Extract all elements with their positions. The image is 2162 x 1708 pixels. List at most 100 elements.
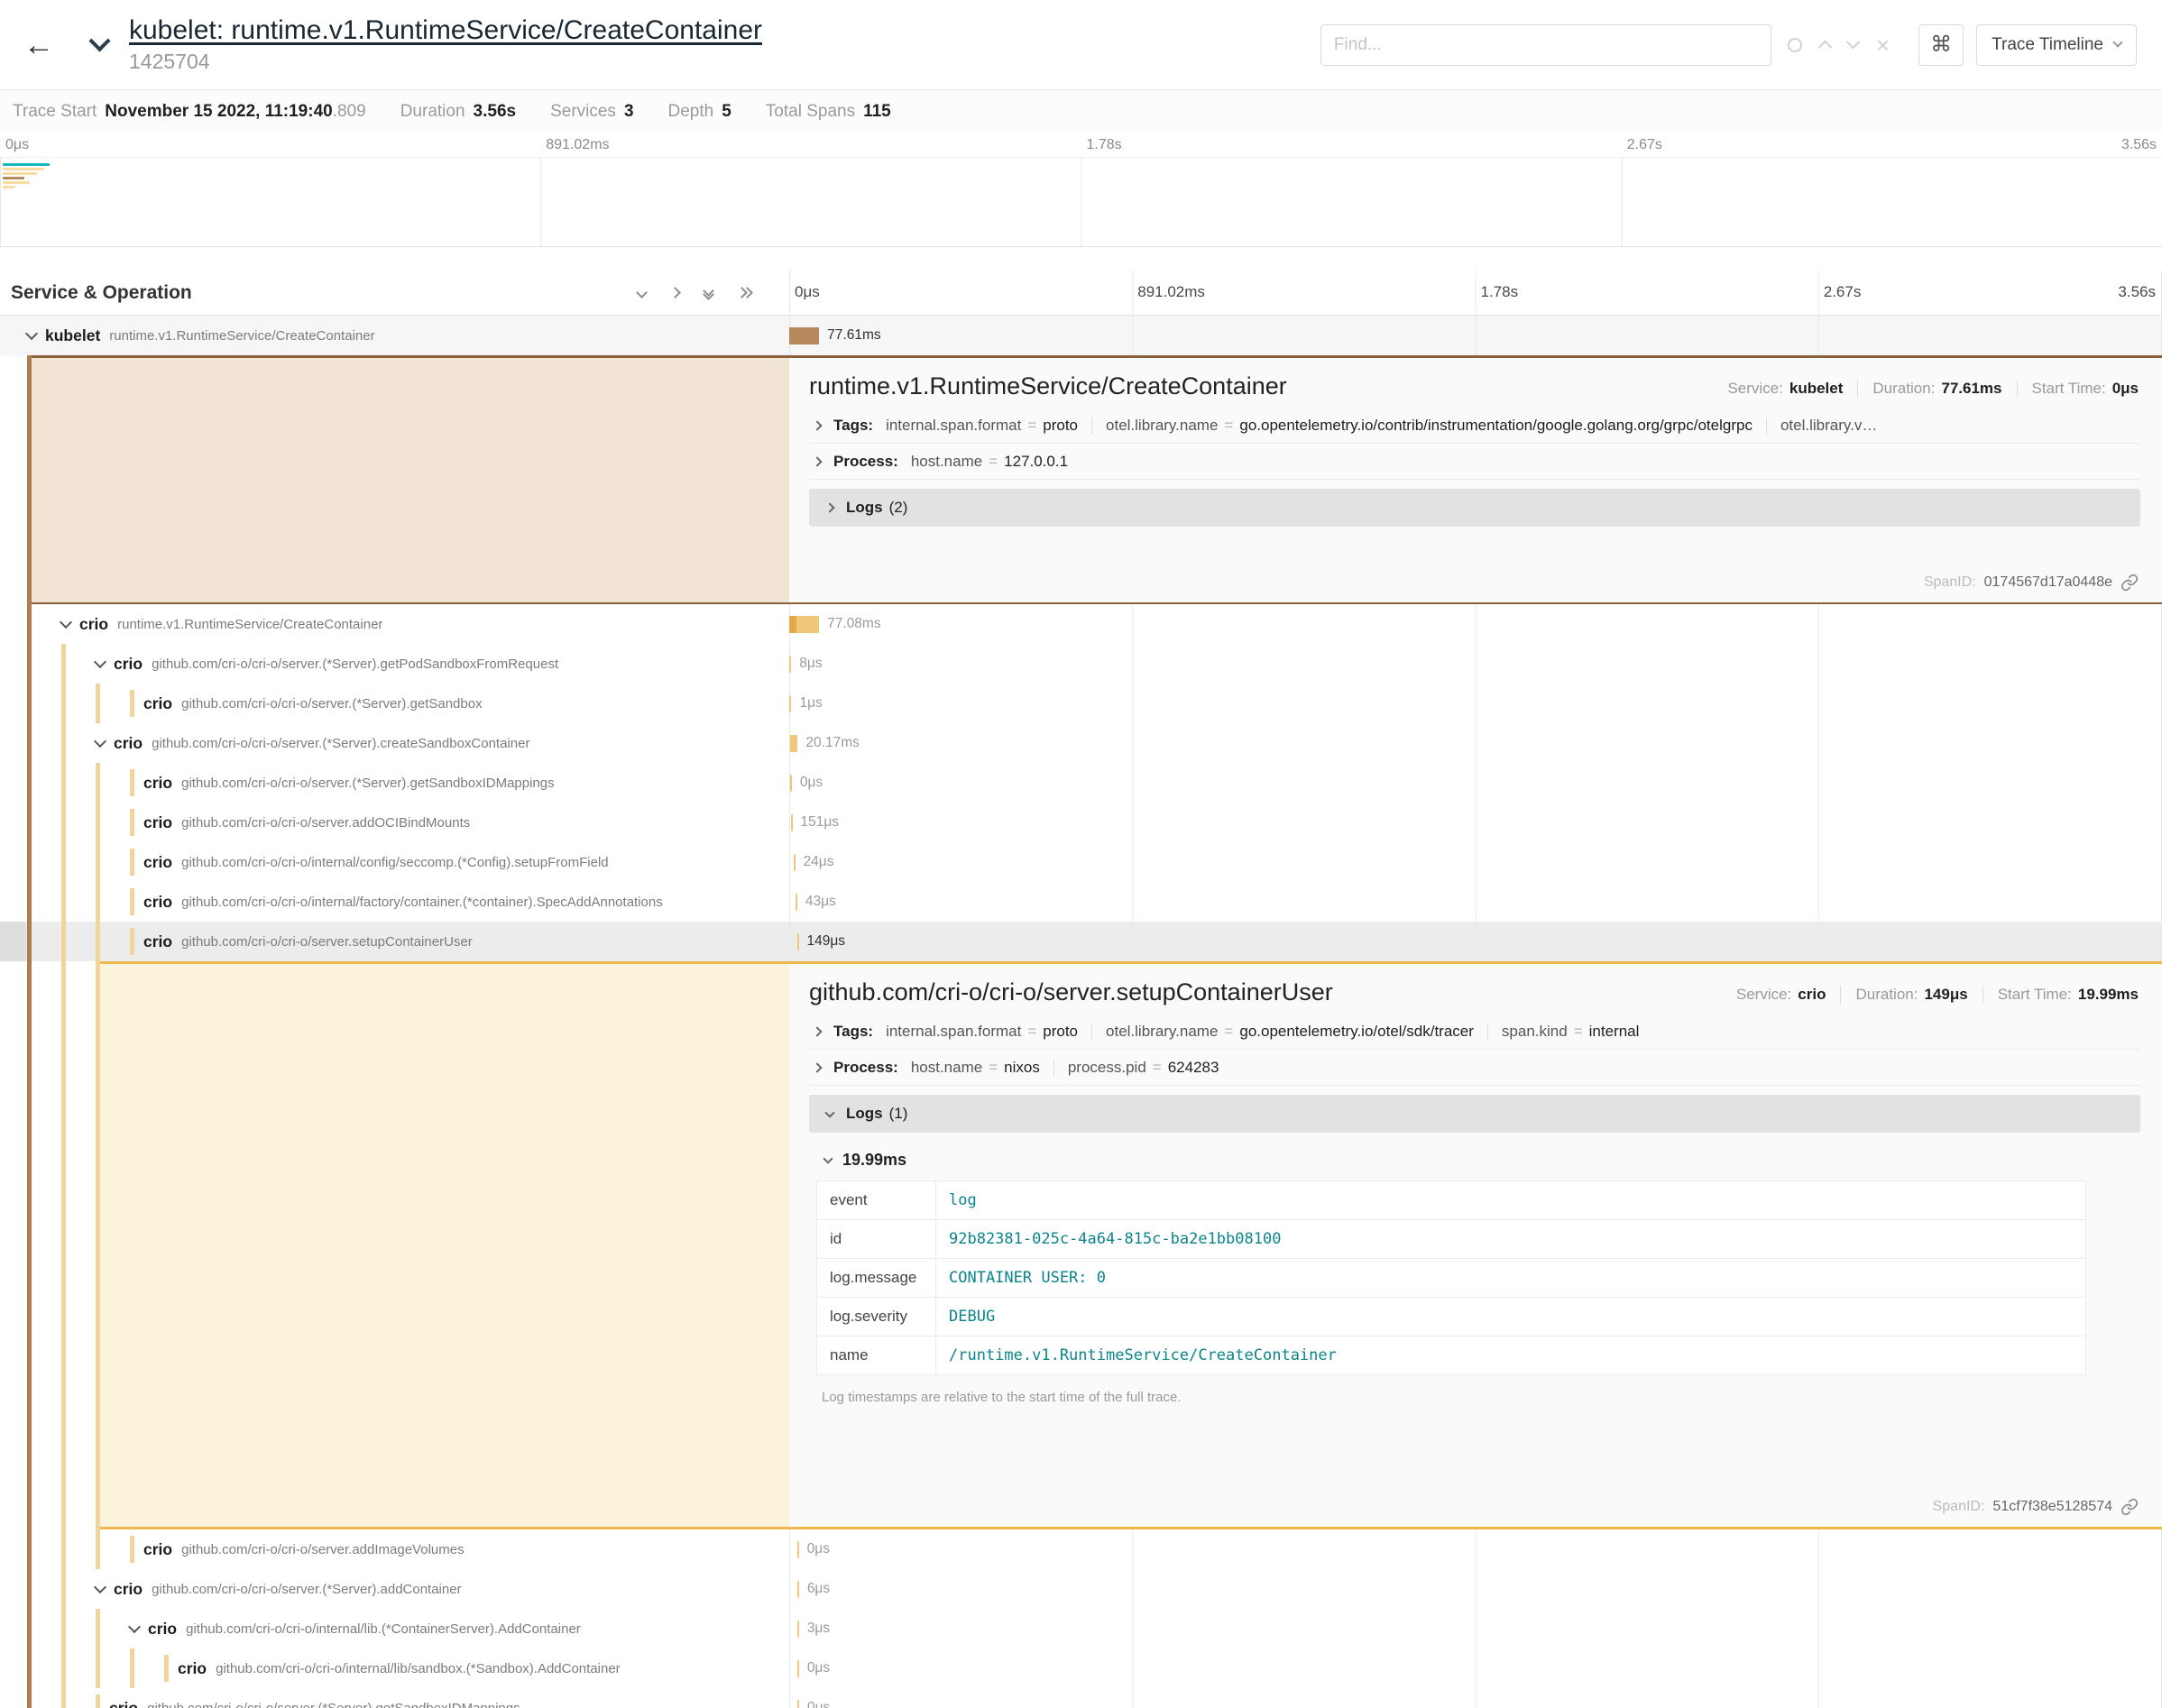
span-row-kubelet[interactable]: kubeletruntime.v1.RuntimeService/CreateC… (0, 316, 2162, 355)
span-bar[interactable] (789, 656, 791, 673)
span-row-crio[interactable]: criogithub.com/cri-o/cri-o/server.addOCI… (0, 803, 2162, 842)
logs-accordion[interactable]: Logs (2) (809, 489, 2140, 527)
next-match-icon[interactable] (1846, 35, 1861, 50)
chevron-down-icon[interactable] (128, 1621, 141, 1633)
span-id-label: SpanID: (1933, 1499, 1985, 1515)
chevron-down-icon[interactable] (25, 327, 38, 340)
span-row-crio[interactable]: criogithub.com/cri-o/cri-o/server.(*Serv… (0, 1569, 2162, 1609)
leaf-marker (96, 1694, 100, 1708)
back-icon[interactable]: ← (23, 30, 54, 60)
log-field-key: name (817, 1336, 936, 1375)
find-input[interactable] (1320, 24, 1771, 66)
tags-accordion[interactable]: Tags: internal.span.format=protootel.lib… (809, 408, 2140, 444)
service-label: Service: (1727, 380, 1782, 397)
span-bar[interactable] (797, 1541, 799, 1558)
span-name-cell[interactable]: crioruntime.v1.RuntimeService/CreateCont… (0, 604, 789, 644)
chevron-down-icon[interactable] (94, 1581, 106, 1593)
span-detail-meta: Service:kubelet Duration:77.61ms Start T… (1713, 380, 2140, 398)
span-name-cell[interactable]: criogithub.com/cri-o/cri-o/internal/lib.… (0, 1609, 789, 1648)
chevron-down-icon (823, 1153, 833, 1163)
span-name-cell[interactable]: criogithub.com/cri-o/cri-o/server.(*Serv… (0, 644, 789, 684)
span-name-cell[interactable]: criogithub.com/cri-o/cri-o/internal/conf… (0, 842, 789, 882)
span-name-cell[interactable]: criogithub.com/cri-o/cri-o/server.(*Serv… (0, 723, 789, 763)
span-name-cell[interactable]: criogithub.com/cri-o/cri-o/server.(*Serv… (0, 684, 789, 723)
logs-accordion[interactable]: Logs (1) (809, 1095, 2140, 1133)
span-duration: 0μs (807, 1700, 830, 1708)
span-name-cell[interactable]: criogithub.com/cri-o/cri-o/server.setupC… (0, 922, 789, 961)
span-bar[interactable] (797, 1621, 799, 1638)
chevron-right-icon (824, 502, 834, 512)
key: otel.library.name (1106, 417, 1218, 434)
expand-all-icon[interactable] (738, 289, 751, 297)
span-bar[interactable] (790, 775, 792, 792)
span-row-crio[interactable]: criogithub.com/cri-o/cri-o/server.setupC… (0, 922, 2162, 961)
link-icon[interactable] (2121, 574, 2139, 592)
clear-find-icon[interactable]: × (1876, 33, 1890, 57)
operation-name: github.com/cri-o/cri-o/internal/lib.(*Co… (186, 1621, 581, 1637)
service-name: crio (143, 813, 172, 832)
span-bar[interactable] (790, 735, 798, 752)
find-bar: × (1320, 24, 1906, 66)
span-name-cell[interactable]: criogithub.com/cri-o/cri-o/server.addOCI… (0, 803, 789, 842)
operation-name: github.com/cri-o/cri-o/server.(*Server).… (181, 696, 482, 712)
summary-item: Trace StartNovember 15 2022, 11:19:40.80… (13, 102, 366, 122)
span-name-cell[interactable]: kubeletruntime.v1.RuntimeService/CreateC… (0, 316, 789, 355)
tags-accordion[interactable]: Tags: internal.span.format=protootel.lib… (809, 1014, 2140, 1050)
trace-collapse-chevron-icon[interactable] (88, 30, 110, 51)
span-bar[interactable] (791, 814, 793, 831)
prev-match-icon[interactable] (1818, 41, 1833, 55)
span-bar[interactable] (789, 327, 819, 344)
keyboard-shortcuts-button[interactable]: ⌘ (1918, 24, 1964, 66)
key-value-item: otel.library.name=go.opentelemetry.io/ot… (1106, 1023, 1474, 1041)
span-name-cell[interactable]: criogithub.com/cri-o/cri-o/server.(*Serv… (0, 1688, 789, 1708)
trace-view-label: Trace Timeline (1992, 35, 2103, 55)
span-row-crio[interactable]: criogithub.com/cri-o/cri-o/server.addIma… (0, 1529, 2162, 1569)
span-bar[interactable] (789, 695, 791, 712)
trace-minimap[interactable] (0, 157, 2162, 247)
indent-guide (61, 723, 66, 763)
span-row-crio[interactable]: criogithub.com/cri-o/cri-o/server.(*Serv… (0, 1688, 2162, 1708)
tags-list: internal.span.format=protootel.library.n… (886, 1023, 2140, 1041)
span-bar[interactable] (796, 894, 797, 911)
expand-one-icon[interactable] (671, 289, 679, 297)
span-name-cell[interactable]: criogithub.com/cri-o/cri-o/server.(*Serv… (0, 763, 789, 803)
log-entry-toggle[interactable]: 19.99ms (816, 1138, 2086, 1180)
chevron-down-icon[interactable] (94, 656, 106, 668)
process-accordion[interactable]: Process: host.name=127.0.0.1 (809, 444, 2140, 480)
chevron-down-icon[interactable] (60, 616, 72, 629)
span-name-cell[interactable]: criogithub.com/cri-o/cri-o/internal/lib/… (0, 1648, 789, 1688)
span-bar[interactable] (797, 933, 799, 950)
span-bar[interactable] (797, 1581, 799, 1598)
span-row-crio[interactable]: criogithub.com/cri-o/cri-o/internal/fact… (0, 882, 2162, 922)
span-name-cell[interactable]: criogithub.com/cri-o/cri-o/internal/fact… (0, 882, 789, 922)
span-row-crio[interactable]: criogithub.com/cri-o/cri-o/internal/lib.… (0, 1609, 2162, 1648)
span-bar[interactable] (789, 616, 819, 633)
collapse-all-icon[interactable] (704, 287, 713, 298)
span-row-crio[interactable]: criogithub.com/cri-o/cri-o/server.(*Serv… (0, 684, 2162, 723)
span-row-crio[interactable]: crioruntime.v1.RuntimeService/CreateCont… (0, 604, 2162, 644)
focus-matches-icon[interactable] (1788, 38, 1802, 52)
span-row-crio[interactable]: criogithub.com/cri-o/cri-o/server.(*Serv… (0, 644, 2162, 684)
span-row-crio[interactable]: criogithub.com/cri-o/cri-o/server.(*Serv… (0, 763, 2162, 803)
span-name-cell[interactable]: criogithub.com/cri-o/cri-o/server.addIma… (0, 1529, 789, 1569)
span-row-crio[interactable]: criogithub.com/cri-o/cri-o/internal/conf… (0, 842, 2162, 882)
trace-title-link[interactable]: kubelet: runtime.v1.RuntimeService/Creat… (129, 15, 762, 46)
timeline-tick-label: 1.78s (1481, 283, 1519, 301)
collapse-one-icon[interactable] (638, 289, 646, 297)
trace-view-selector[interactable]: Trace Timeline (1976, 24, 2137, 66)
span-bar[interactable] (794, 854, 796, 871)
span-row-crio[interactable]: criogithub.com/cri-o/cri-o/server.(*Serv… (0, 723, 2162, 763)
equals-sign: = (1224, 417, 1233, 434)
link-icon[interactable] (2121, 1498, 2139, 1516)
tags-label: Tags: (833, 417, 873, 435)
chevron-down-icon[interactable] (94, 735, 106, 748)
duration-label: Duration: (1872, 380, 1935, 397)
summary-item: Services3 (550, 102, 633, 122)
span-row-crio[interactable]: criogithub.com/cri-o/cri-o/internal/lib/… (0, 1648, 2162, 1688)
span-bar[interactable] (797, 1660, 799, 1677)
span-duration: 43μs (805, 894, 836, 910)
span-name-cell[interactable]: criogithub.com/cri-o/cri-o/server.(*Serv… (0, 1569, 789, 1609)
process-accordion[interactable]: Process: host.name=nixosprocess.pid=6242… (809, 1050, 2140, 1086)
operation-name: github.com/cri-o/cri-o/server.(*Server).… (147, 1701, 520, 1708)
span-bar[interactable] (797, 1700, 799, 1708)
